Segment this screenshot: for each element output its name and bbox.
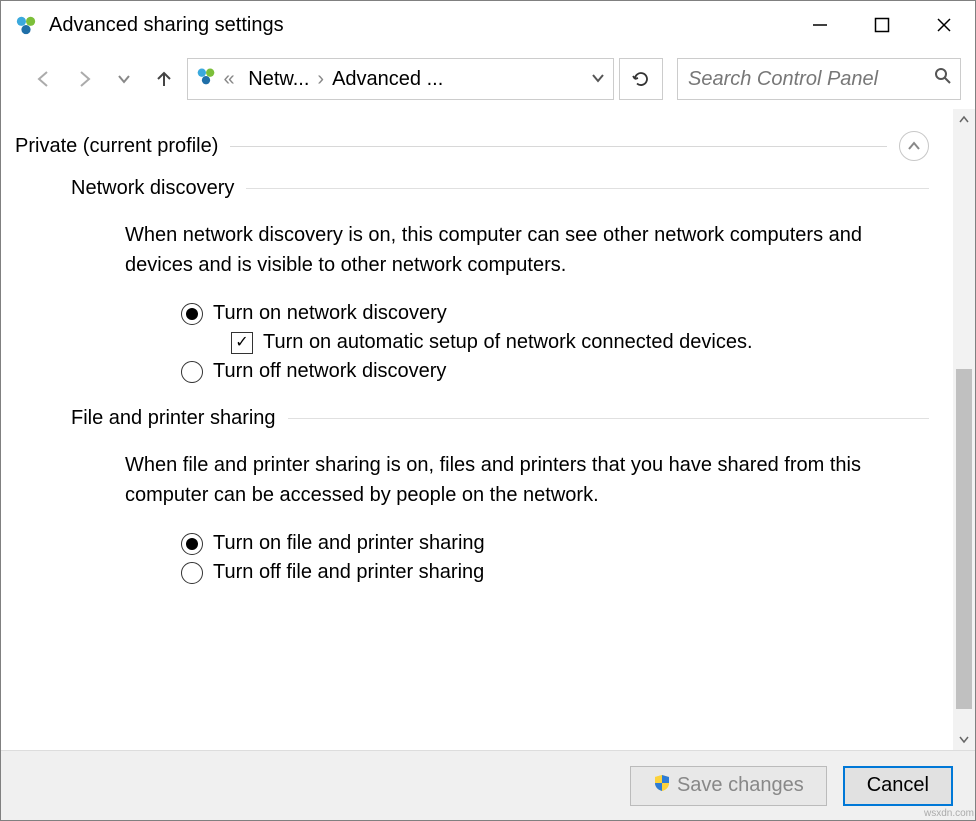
scrollbar-thumb[interactable] <box>956 369 972 709</box>
file-printer-header: File and printer sharing <box>71 407 929 430</box>
refresh-button[interactable] <box>619 58 663 100</box>
chevron-up-icon <box>907 139 921 153</box>
option-label: Turn on automatic setup of network conne… <box>263 331 753 354</box>
option-label: Turn off file and printer sharing <box>213 561 484 584</box>
breadcrumb-item-advanced[interactable]: Advanced ... <box>332 68 443 91</box>
footer-bar: Save changes Cancel <box>1 750 975 820</box>
close-icon <box>936 17 952 33</box>
save-changes-button[interactable]: Save changes <box>630 766 827 806</box>
settings-panel: Private (current profile) Network discov… <box>1 109 953 750</box>
app-icon <box>15 14 37 36</box>
watermark: wsxdn.com <box>924 808 974 819</box>
radio-icon <box>181 361 203 383</box>
option-auto-setup[interactable]: Turn on automatic setup of network conne… <box>231 331 929 354</box>
network-discovery-label: Network discovery <box>71 177 234 200</box>
network-discovery-options: Turn on network discovery Turn on automa… <box>181 302 929 383</box>
radio-icon <box>181 303 203 325</box>
file-printer-label: File and printer sharing <box>71 407 276 430</box>
cancel-button-label: Cancel <box>867 774 929 797</box>
search-input[interactable] <box>686 67 930 92</box>
vertical-scrollbar[interactable] <box>953 109 975 750</box>
radio-icon <box>181 562 203 584</box>
divider <box>288 418 929 419</box>
option-label: Turn on file and printer sharing <box>213 532 485 555</box>
window-title: Advanced sharing settings <box>49 14 789 37</box>
profile-label: Private (current profile) <box>15 135 218 158</box>
network-discovery-header: Network discovery <box>71 177 929 200</box>
file-printer-description: When file and printer sharing is on, fil… <box>125 450 905 510</box>
address-bar[interactable]: « Netw... › Advanced ... <box>187 58 614 100</box>
back-button[interactable] <box>27 62 61 96</box>
collapse-toggle[interactable] <box>899 131 929 161</box>
content-area: Private (current profile) Network discov… <box>1 109 975 750</box>
back-arrow-icon <box>33 68 55 90</box>
nav-bar: « Netw... › Advanced ... <box>1 49 975 109</box>
minimize-button[interactable] <box>789 1 851 49</box>
network-discovery-description: When network discovery is on, this compu… <box>125 220 905 280</box>
radio-icon <box>181 533 203 555</box>
shield-icon <box>653 774 671 798</box>
address-icon <box>196 66 216 92</box>
up-arrow-icon <box>153 68 175 90</box>
profile-section-header: Private (current profile) <box>15 131 929 161</box>
file-printer-options: Turn on file and printer sharing Turn of… <box>181 532 929 584</box>
maximize-icon <box>874 17 890 33</box>
window-frame: Advanced sharing settings <box>0 0 976 821</box>
cancel-button[interactable]: Cancel <box>843 766 953 806</box>
option-label: Turn on network discovery <box>213 302 447 325</box>
search-box[interactable] <box>677 58 961 100</box>
forward-arrow-icon <box>73 68 95 90</box>
save-button-label: Save changes <box>677 774 804 797</box>
forward-button[interactable] <box>67 62 101 96</box>
minimize-icon <box>812 17 828 33</box>
breadcrumb-item-network[interactable]: Netw... <box>248 68 309 91</box>
breadcrumb-sep-icon: › <box>317 68 324 91</box>
title-bar: Advanced sharing settings <box>1 1 975 49</box>
up-button[interactable] <box>147 62 181 96</box>
option-turn-off-discovery[interactable]: Turn off network discovery <box>181 360 929 383</box>
scroll-down-icon[interactable] <box>953 728 975 750</box>
search-icon[interactable] <box>934 67 952 91</box>
option-turn-off-sharing[interactable]: Turn off file and printer sharing <box>181 561 929 584</box>
chevron-down-icon <box>117 72 131 86</box>
maximize-button[interactable] <box>851 1 913 49</box>
recent-dropdown[interactable] <box>107 62 141 96</box>
scroll-up-icon[interactable] <box>953 109 975 131</box>
option-turn-on-sharing[interactable]: Turn on file and printer sharing <box>181 532 929 555</box>
address-dropdown[interactable] <box>583 68 613 91</box>
close-button[interactable] <box>913 1 975 49</box>
checkbox-icon <box>231 332 253 354</box>
option-label: Turn off network discovery <box>213 360 446 383</box>
refresh-icon <box>631 69 651 89</box>
chevron-down-icon <box>591 71 605 85</box>
breadcrumb-overflow[interactable]: « <box>218 68 240 91</box>
option-turn-on-discovery[interactable]: Turn on network discovery <box>181 302 929 325</box>
divider <box>246 188 929 189</box>
divider <box>230 146 887 147</box>
